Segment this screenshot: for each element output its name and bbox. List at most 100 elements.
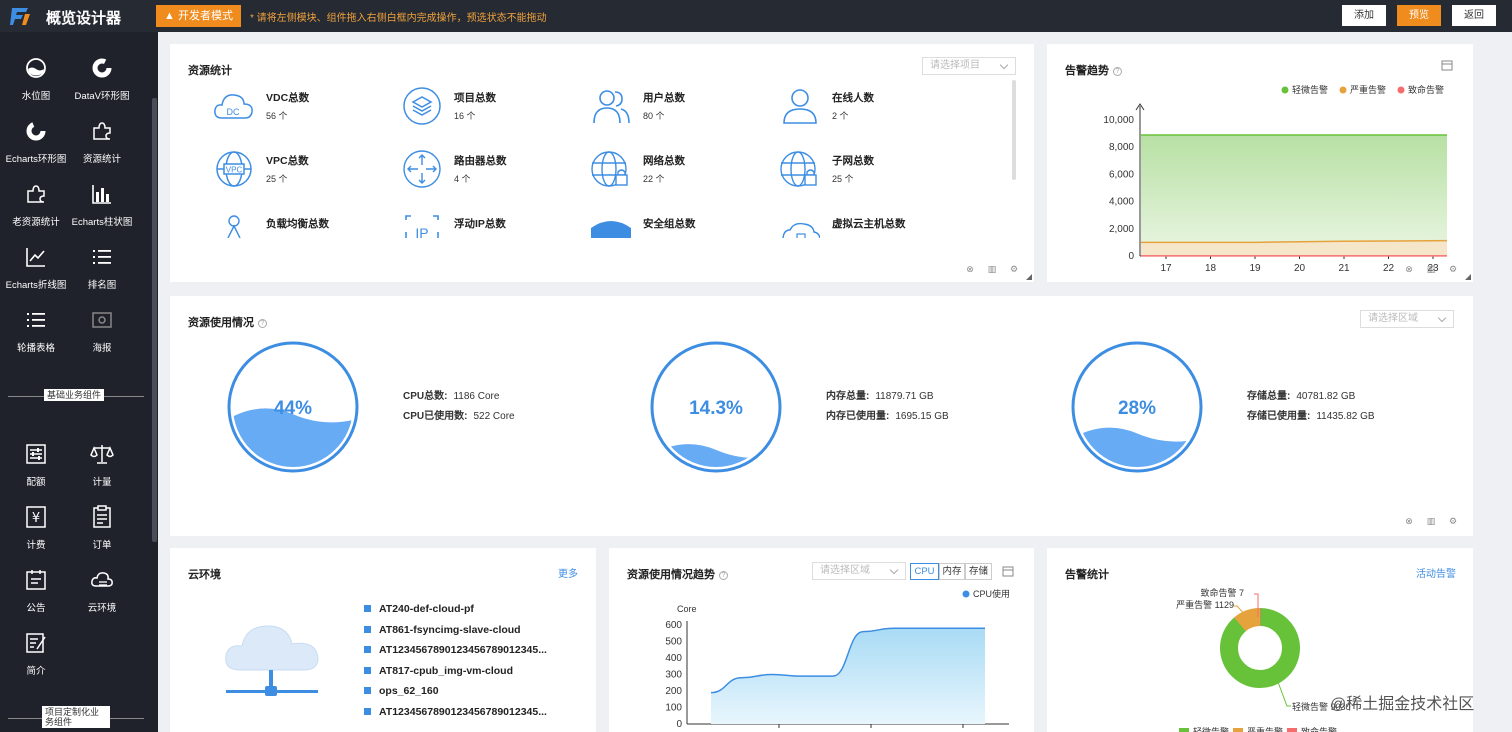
cloud-env-item[interactable]: AT817-cpub_img-vm-cloud [364,665,513,677]
storage-info: 存储总量: 40781.82 GB 存储已使用量: 11435.82 GB [1247,387,1375,427]
resize-handle-icon[interactable] [1465,274,1471,280]
stat-value: 4 个 [454,174,471,184]
tool-echarts-bar[interactable]: Echarts柱状图 [66,182,138,240]
sidebar-scrollbar[interactable] [152,98,157,542]
tool-ranking[interactable]: 排名图 [66,245,138,303]
tool-billing[interactable]: ¥ 计费 [0,505,72,563]
trash-icon[interactable]: ▥ [987,264,997,274]
load-balancer-icon [227,215,241,238]
help-icon[interactable]: ? [719,571,728,580]
stat-vdc: DC VDC总数 56 个 [214,86,394,134]
user-icon: ▲ [164,10,178,22]
tool-old-resource-stats[interactable]: 老资源统计 [0,182,72,240]
ring-chart-icon [92,58,112,78]
info-key: 存储总量: [1247,391,1291,402]
tool-label: Echarts柱状图 [71,217,133,228]
cloud-env-item[interactable]: AT240-def-cloud-pf [364,603,474,615]
stat-name: 虚拟云主机总数 [832,218,906,230]
cloud-env-item[interactable]: AT1234567890123456789012345... [364,706,547,718]
info-key: 存储已使用量: [1247,411,1311,422]
resize-handle-icon[interactable] [1026,274,1032,280]
tool-intro[interactable]: 简介 [0,631,72,689]
tool-carousel-table[interactable]: 轮播表格 [0,308,72,366]
cloud-env-item[interactable]: AT1234567890123456789012345... [364,644,547,656]
dc-cloud-icon: DC [214,94,253,119]
layers-icon [403,87,441,125]
tool-resource-stats[interactable]: 资源统计 [66,119,138,177]
resource-usage-card[interactable]: 资源使用情况? 请选择区域 44% CPU总数: 1186 Core CPU已使用… [170,296,1473,536]
close-icon[interactable]: ⊗ [1404,264,1414,274]
tool-poster[interactable]: 海报 [66,308,138,366]
vm-cloud-icon [782,222,820,238]
y-tick-label: 10,000 [1103,115,1134,126]
legend-marker [1179,728,1189,732]
tool-cloud-env[interactable]: 云环境 [66,568,138,626]
card-scrollbar[interactable] [1012,80,1016,180]
app-title: 概览设计器 [46,10,122,27]
cloud-env-item[interactable]: ops_62_160 [364,685,439,697]
legend-marker [1287,728,1297,732]
stat-project: 项目总数 16 个 [402,86,582,134]
trash-icon[interactable]: ▥ [1426,264,1436,274]
y-tick-label: 100 [665,703,682,714]
back-button[interactable]: 返回 [1452,5,1496,26]
resource-stats-card[interactable]: 资源统计 请选择项目 DC VDC总数 56 个 项目总数 16 个 用户总数 … [170,44,1034,282]
region-select[interactable]: 请选择区域 [812,562,906,580]
tool-order[interactable]: 订单 [66,505,138,563]
dev-mode-button[interactable]: ▲ 开发者模式 [156,5,241,27]
line-chart-icon [26,248,45,267]
calendar-icon[interactable] [1002,565,1014,577]
usage-trend-card[interactable]: 资源使用情况趋势? 请选择区域 CPU 内存 存储 CPU使用 Core 0 100 2… [609,548,1034,732]
close-icon[interactable]: ⊗ [1404,516,1414,526]
help-icon[interactable]: ? [1113,67,1122,76]
more-link[interactable]: 更多 [558,565,578,580]
region-select[interactable]: 请选择区域 [1360,310,1454,328]
alert-trend-card[interactable]: 告警趋势? 轻微告警 严重告警 致命告警 0 2,000 4,000 6,000 8,000 1… [1047,44,1473,282]
gear-icon[interactable]: ⚙ [1009,264,1019,274]
water-level-icon [26,58,46,78]
tool-echarts-line[interactable]: Echarts折线图 [0,245,72,303]
close-icon[interactable]: ⊗ [965,264,975,274]
tool-quota[interactable]: 配额 [0,442,72,500]
tab-cpu[interactable]: CPU [910,563,939,580]
gear-icon[interactable]: ⚙ [1448,516,1458,526]
tool-label: 配额 [26,477,46,488]
legend-label: 严重告警 [1247,726,1283,732]
stat-users: 用户总数 80 个 [591,86,771,134]
cloud-env-item[interactable]: AT861-fsyncimg-slave-cloud [364,624,521,636]
tool-metering[interactable]: 计量 [66,442,138,500]
stat-name: 子网总数 [832,155,874,167]
tab-storage[interactable]: 存储 [965,563,992,580]
add-button[interactable]: 添加 [1342,5,1386,26]
stat-floating-ip: IP 浮动IP总数 [402,212,582,238]
preview-button[interactable]: 预览 [1397,5,1441,26]
tool-datav-ring[interactable]: DataV环形图 [66,56,138,114]
network-globe-icon [591,151,628,187]
cloud-env-card[interactable]: 云环境 更多 AT240-def-cloud-pf AT861-fsyncimg… [170,548,596,732]
tab-memory[interactable]: 内存 [939,563,965,580]
tool-echarts-ring[interactable]: Echarts环形图 [0,119,72,177]
cpu-water-gauge: 44% [227,341,359,473]
calendar-icon [26,570,46,590]
subnet-globe-icon [780,151,817,187]
y-tick-label: 300 [665,670,682,681]
stat-subnet: 子网总数 25 个 [780,149,960,197]
card-title-text: 资源使用情况 [188,317,254,329]
help-icon[interactable]: ? [258,319,267,328]
legend-label: 轻微告警 [1193,726,1229,732]
tool-water-level[interactable]: 水位图 [0,56,72,114]
info-key: 内存已使用量: [826,411,890,422]
calendar-icon[interactable] [1441,59,1453,71]
y-tick-label: 0 [1128,251,1134,262]
legend-label: 严重告警 [1350,84,1386,95]
users-icon [593,90,630,124]
pie-label: 致命告警 7 [1200,587,1244,598]
pie-label: 严重告警 1129 [1176,599,1234,610]
tool-announcement[interactable]: 公告 [0,568,72,626]
gear-icon[interactable]: ⚙ [1448,264,1458,274]
stat-load-balancer: 负载均衡总数 [214,212,394,238]
project-select[interactable]: 请选择项目 [922,57,1016,75]
tool-label: 排名图 [87,280,117,291]
trash-icon[interactable]: ▥ [1426,516,1436,526]
tool-label: 轮播表格 [16,343,55,354]
